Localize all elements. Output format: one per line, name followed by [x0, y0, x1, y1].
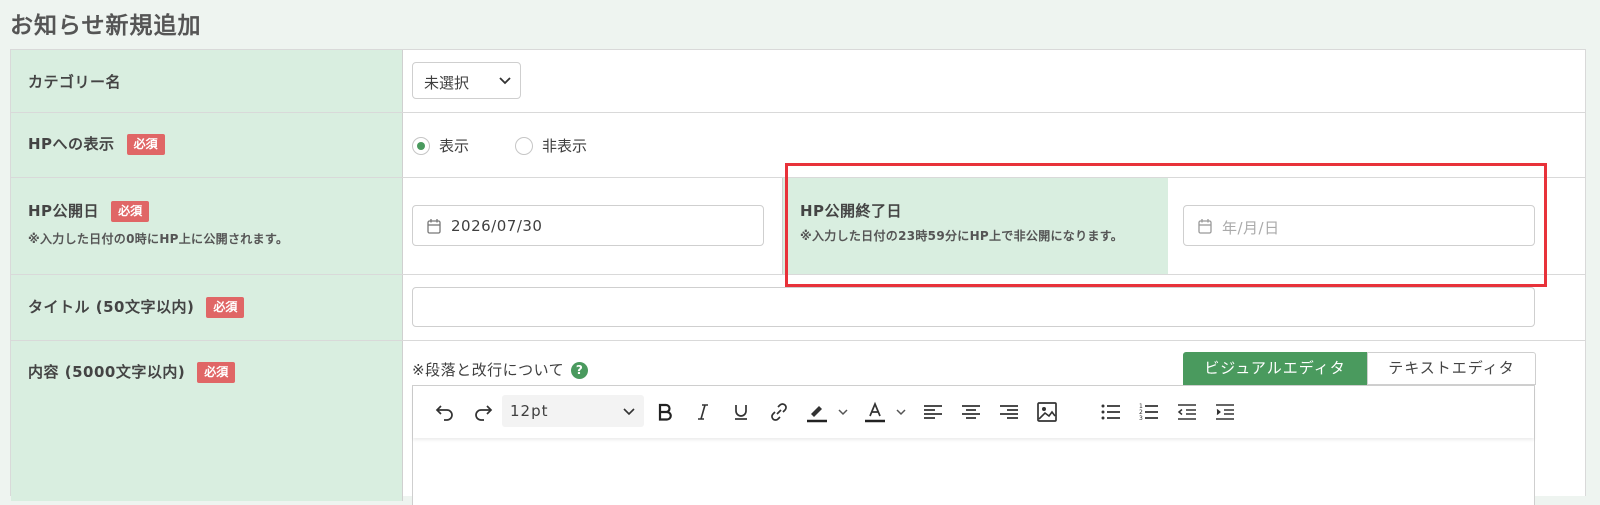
paragraph-help[interactable]: ※段落と改行について?: [412, 359, 589, 380]
radio-hide-label: 非表示: [542, 137, 588, 155]
tab-visual-editor[interactable]: ビジュアルエディタ: [1183, 352, 1367, 385]
title-row: タイトル (50文字以内) 必須: [11, 275, 1585, 341]
bullet-list-icon[interactable]: [1099, 400, 1123, 424]
chevron-down-icon[interactable]: [893, 400, 909, 424]
publish-date-value: 2026/07/30: [451, 217, 543, 235]
rich-text-editor[interactable]: 12pt 1 2 3: [412, 385, 1535, 505]
title-label: タイトル (50文字以内): [28, 298, 195, 316]
bold-icon[interactable]: [653, 400, 677, 424]
text-color-icon[interactable]: [863, 400, 887, 424]
outdent-icon[interactable]: [1175, 400, 1199, 424]
radio-checked-icon[interactable]: [412, 136, 430, 155]
radio-hide[interactable]: 非表示: [515, 135, 587, 156]
content-label: 内容 (5000文字以内): [28, 363, 186, 381]
redo-icon[interactable]: [471, 400, 495, 424]
undo-icon[interactable]: [433, 400, 457, 424]
underline-icon[interactable]: [729, 400, 753, 424]
title-input[interactable]: [412, 287, 1535, 327]
notice-form: カテゴリー名 未選択 HPへの表示 必須 表示 非表示 HP公開日 必須 ※入力した…: [10, 49, 1586, 505]
required-badge: 必須: [206, 297, 245, 318]
numbered-list-icon[interactable]: 123: [1137, 400, 1161, 424]
align-left-icon[interactable]: [921, 400, 945, 424]
publish-date-label-cell: HP公開日 必須 ※入力した日付の0時にHP上に公開されます。: [11, 178, 403, 274]
chevron-down-icon: [499, 77, 511, 85]
display-row: HPへの表示 必須 表示 非表示: [11, 113, 1585, 178]
calendar-icon: [1198, 219, 1212, 234]
link-icon[interactable]: [767, 400, 791, 424]
display-label-cell: HPへの表示 必須: [11, 113, 403, 177]
category-label-cell: カテゴリー名: [11, 50, 403, 112]
publish-date-note: ※入力した日付の0時にHP上に公開されます。: [28, 232, 289, 246]
required-badge: 必須: [126, 134, 165, 155]
required-badge: 必須: [111, 201, 150, 222]
highlight-icon[interactable]: [805, 400, 829, 424]
page-title: お知らせ新規追加: [10, 13, 202, 39]
font-size-value: 12pt: [510, 402, 549, 420]
tab-text-editor[interactable]: テキストエディタ: [1367, 352, 1536, 385]
calendar-icon: [427, 219, 441, 234]
required-badge: 必須: [197, 362, 236, 383]
svg-text:3: 3: [1139, 415, 1143, 421]
end-date-input[interactable]: 年/月/日: [1183, 205, 1535, 246]
align-right-icon[interactable]: [997, 400, 1021, 424]
category-select[interactable]: 未選択: [412, 62, 521, 99]
content-row: 内容 (5000文字以内) 必須 ※段落と改行について? ビジュアルエディタ テキ…: [11, 341, 1585, 505]
end-date-label-cell: HP公開終了日 ※入力した日付の23時59分にHP上で非公開になります。: [782, 178, 1168, 274]
category-label: カテゴリー名: [28, 73, 122, 91]
publish-date-row: HP公開日 必須 ※入力した日付の0時にHP上に公開されます。 2026/07/3…: [11, 178, 1585, 275]
end-date-label: HP公開終了日: [800, 202, 903, 220]
indent-icon[interactable]: [1213, 400, 1237, 424]
align-center-icon[interactable]: [959, 400, 983, 424]
category-selected-value: 未選択: [424, 74, 470, 92]
publish-date-label: HP公開日: [28, 202, 100, 220]
display-label: HPへの表示: [28, 135, 115, 153]
radio-show-label: 表示: [439, 137, 470, 155]
chevron-down-icon[interactable]: [835, 400, 851, 424]
radio-unchecked-icon[interactable]: [515, 136, 533, 155]
publish-date-input[interactable]: 2026/07/30: [412, 205, 764, 246]
chevron-down-icon: [623, 408, 635, 416]
editor-toolbar: 12pt 1 2 3: [413, 386, 1534, 438]
font-size-select[interactable]: 12pt: [502, 395, 644, 427]
content-label-cell: 内容 (5000文字以内) 必須: [11, 341, 403, 501]
italic-icon[interactable]: [691, 400, 715, 424]
end-date-note: ※入力した日付の23時59分にHP上で非公開になります。: [800, 229, 1124, 243]
radio-show[interactable]: 表示: [412, 135, 469, 156]
paragraph-help-text: ※段落と改行について: [412, 361, 565, 379]
title-label-cell: タイトル (50文字以内) 必須: [11, 275, 403, 340]
image-icon[interactable]: [1035, 400, 1059, 424]
end-date-placeholder: 年/月/日: [1222, 219, 1280, 237]
category-row: カテゴリー名 未選択: [11, 50, 1585, 113]
help-icon[interactable]: ?: [571, 362, 589, 379]
